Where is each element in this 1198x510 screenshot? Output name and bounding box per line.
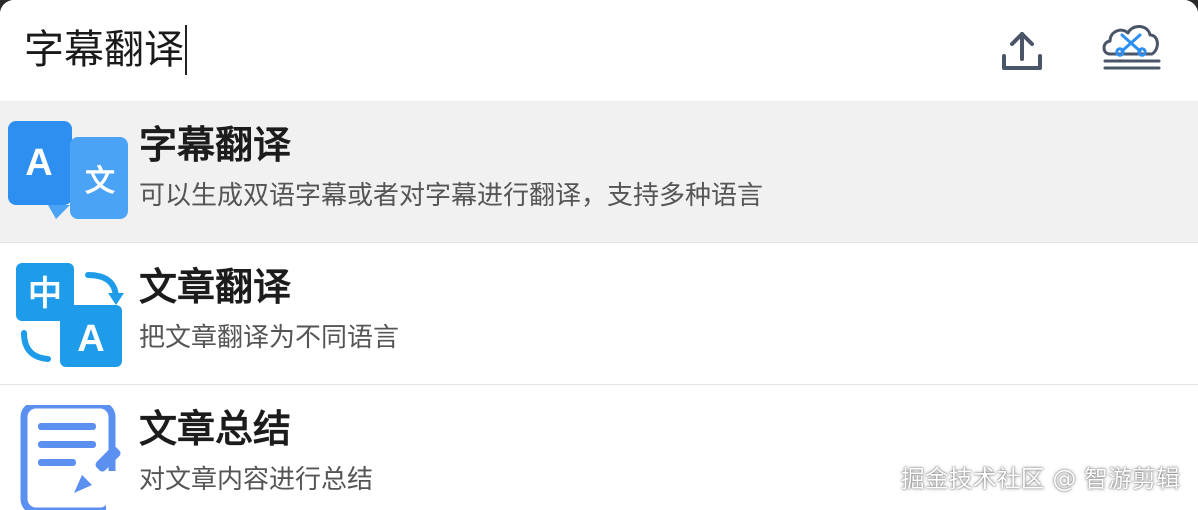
translate-zhong-a-icon: 中 A xyxy=(8,263,130,367)
launcher-panel: 字幕翻译 A 文 字幕翻译 可以生成双语字幕或者对字幕进行翻译，支持多种语言 中… xyxy=(0,0,1198,510)
document-edit-icon xyxy=(8,401,130,510)
result-description: 对文章内容进行总结 xyxy=(139,465,374,495)
cloud-clip-button[interactable] xyxy=(1098,18,1164,78)
svg-text:A: A xyxy=(25,142,52,184)
translate-a-wen-icon: A 文 xyxy=(8,121,130,221)
svg-text:文: 文 xyxy=(85,164,115,199)
search-bar: 字幕翻译 xyxy=(0,0,1198,101)
result-item-subtitle-translate[interactable]: A 文 字幕翻译 可以生成双语字幕或者对字幕进行翻译，支持多种语言 xyxy=(0,101,1198,243)
result-description: 可以生成双语字幕或者对字幕进行翻译，支持多种语言 xyxy=(139,181,764,211)
result-description: 把文章翻译为不同语言 xyxy=(139,323,400,353)
svg-text:A: A xyxy=(77,318,104,360)
watermark: 掘金技术社区 @ 智游剪辑 xyxy=(900,465,1180,493)
search-input[interactable]: 字幕翻译 xyxy=(24,22,924,78)
svg-text:中: 中 xyxy=(28,274,62,314)
search-input-text: 字幕翻译 xyxy=(24,27,184,73)
results-list: A 文 字幕翻译 可以生成双语字幕或者对字幕进行翻译，支持多种语言 中 A 文章… xyxy=(0,101,1198,510)
upload-icon xyxy=(1002,32,1042,70)
result-item-article-translate[interactable]: 中 A 文章翻译 把文章翻译为不同语言 xyxy=(0,243,1198,385)
result-title: 文章翻译 xyxy=(139,265,292,309)
result-title: 文章总结 xyxy=(139,407,292,451)
cloud-scissors-icon xyxy=(1102,25,1161,70)
upload-button[interactable] xyxy=(996,26,1048,78)
text-caret xyxy=(185,25,187,75)
result-title: 字幕翻译 xyxy=(139,123,292,167)
